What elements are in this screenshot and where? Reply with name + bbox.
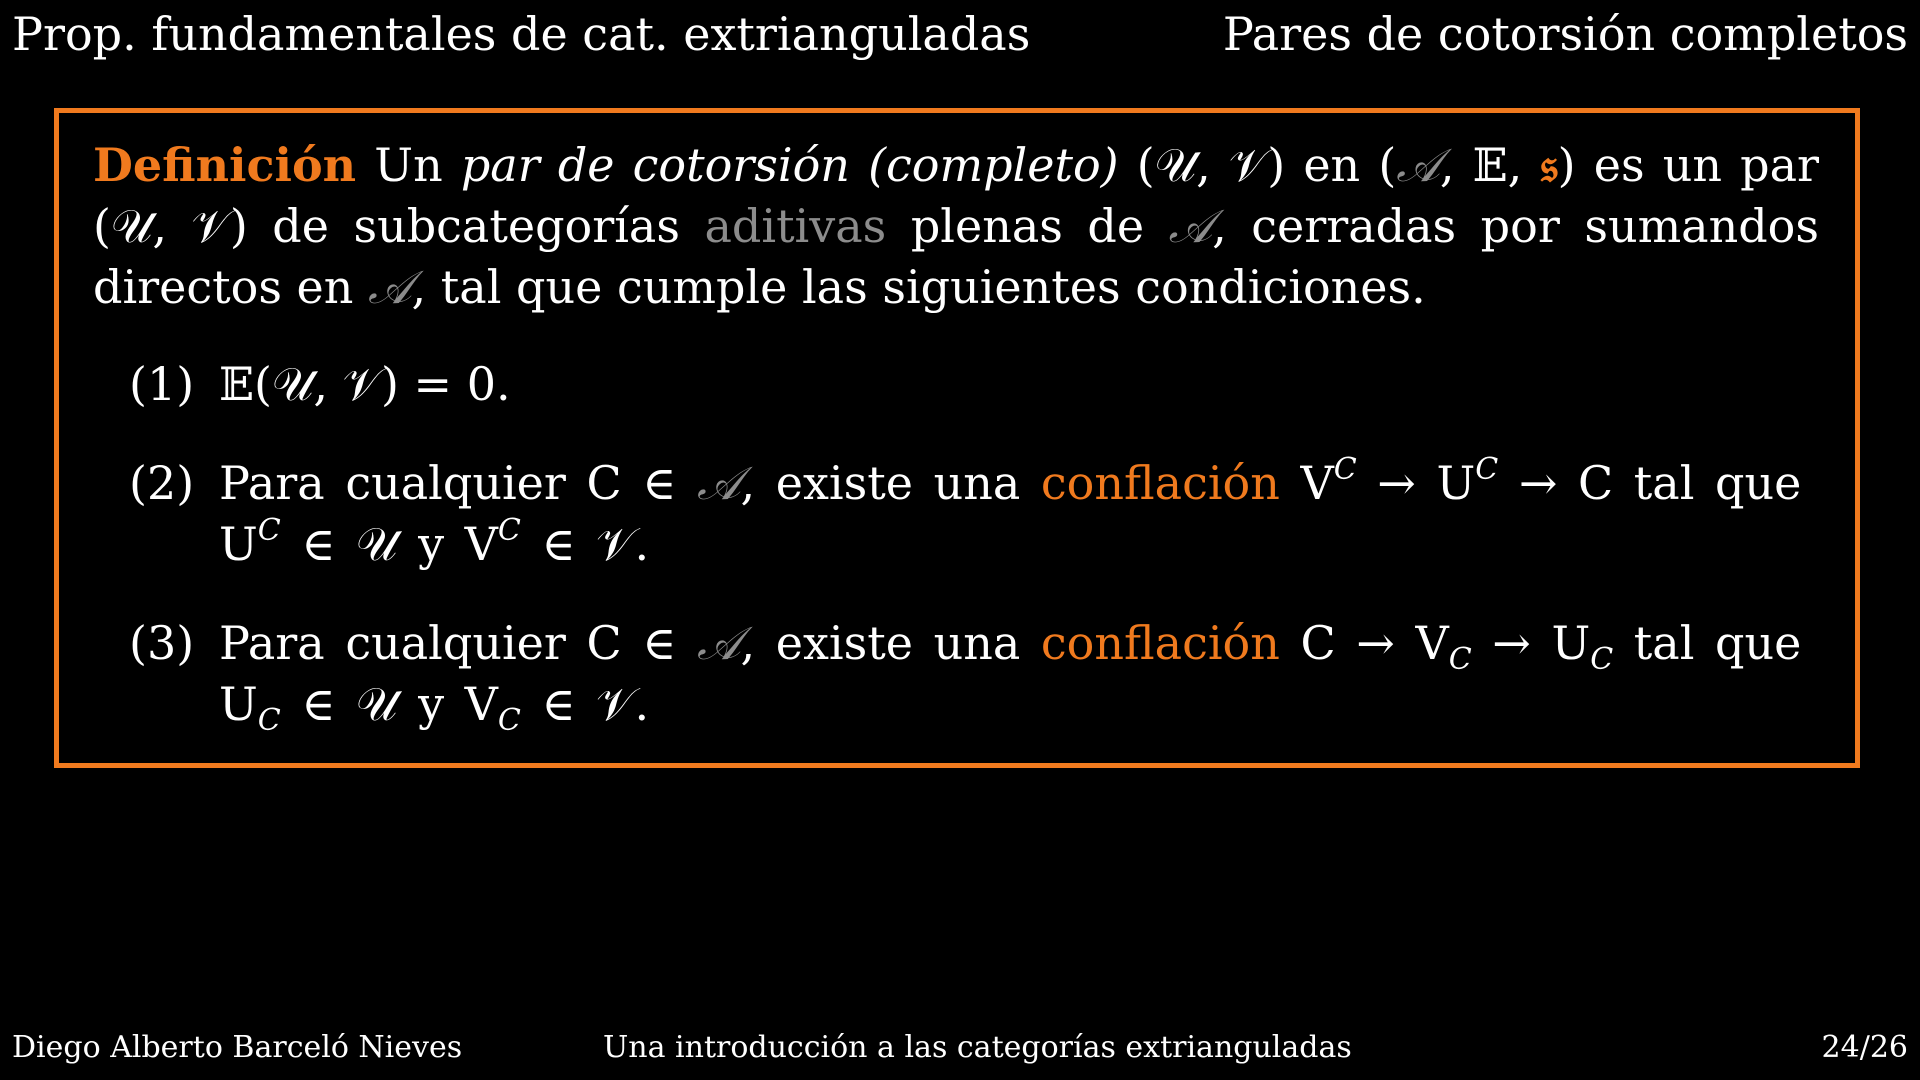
definition-line3: tal que cumple las siguientes condicione… <box>440 260 1426 314</box>
subscript: C <box>1590 642 1614 677</box>
condition-post: C → V <box>1279 616 1449 670</box>
triple-open: ( <box>1378 138 1397 192</box>
condition-mid: , existe una <box>740 456 1041 510</box>
condition-arrow-1: → U <box>1356 456 1476 510</box>
condition-number: (3) <box>129 616 195 670</box>
definition-en: en <box>1285 138 1379 192</box>
category-a-symbol: 𝒜 <box>696 456 741 510</box>
condition-line2: UC ∈ 𝒰 y VC ∈ 𝒱. <box>219 674 1819 738</box>
condition-text: Para cualquier C ∈ 𝒜, existe una conflac… <box>219 453 1819 575</box>
triple-close: ) <box>1557 138 1576 192</box>
condition-pre: Para cualquier C ∈ <box>219 456 697 510</box>
definition-line2-d: , <box>411 260 427 314</box>
condition-number: (1) <box>129 357 195 411</box>
footer-presentation-title: Una introducción a las categorías extria… <box>603 1030 1352 1065</box>
condition-arrow-2: → C tal que <box>1498 456 1802 510</box>
condition-line2-b: ∈ 𝒰 y V <box>280 517 498 571</box>
superscript: C <box>1475 452 1499 487</box>
superscript: C <box>497 513 521 548</box>
definition-intro-1: Un <box>374 138 461 192</box>
triple-mid: , 𝔼, <box>1439 138 1541 192</box>
definition-pair: (𝒰, 𝒱) <box>1136 138 1286 192</box>
definition-line2-b: plenas de <box>886 199 1169 253</box>
condition-line2-c: ∈ 𝒱. <box>520 677 650 731</box>
category-a-symbol: 𝒜 <box>368 260 412 314</box>
subscript: C <box>1448 642 1472 677</box>
aditivas-link: aditivas <box>704 199 887 253</box>
condition-line2-c: ∈ 𝒱. <box>520 517 650 571</box>
category-a-symbol: 𝒜 <box>696 616 741 670</box>
subscript: C <box>497 703 521 738</box>
definition-line2-a: de subcategorías <box>272 199 705 253</box>
definition-term: par de cotorsión (completo) <box>460 138 1119 192</box>
header-subsection-title: Pares de cotorsión completos <box>1222 7 1908 61</box>
category-a-symbol: 𝒜 <box>1396 138 1440 192</box>
condition-line2-a: U <box>219 517 258 571</box>
condition-pre: Para cualquier C ∈ <box>219 616 697 670</box>
condition-post: V <box>1279 456 1334 510</box>
footer-page-number: 24/26 <box>1821 1030 1908 1065</box>
conflacion-keyword: conflación <box>1040 616 1280 670</box>
condition-line2: UC ∈ 𝒰 y VC ∈ 𝒱. <box>219 514 1819 575</box>
condition-number: (2) <box>129 456 195 510</box>
condition-line2-a: U <box>219 677 258 731</box>
condition-line2-b: ∈ 𝒰 y V <box>280 677 498 731</box>
superscript: C <box>257 513 281 548</box>
category-a-symbol: 𝒜 <box>1168 199 1213 253</box>
condition-arrow-1: → U <box>1471 616 1591 670</box>
condition-item: (1) 𝔼(𝒰, 𝒱) = 0. <box>93 354 1819 415</box>
subscript: C <box>257 703 281 738</box>
conflacion-keyword: conflación <box>1040 456 1280 510</box>
condition-mid: , existe una <box>740 616 1041 670</box>
definition-block: Definición Un par de cotorsión (completo… <box>54 108 1860 768</box>
header-section-title: Prop. fundamentales de cat. extriangulad… <box>12 7 1031 61</box>
conditions-list: (1) 𝔼(𝒰, 𝒱) = 0. (2) Para cualquier C ∈ … <box>93 354 1819 738</box>
condition-item: (2) Para cualquier C ∈ 𝒜, existe una con… <box>93 453 1819 575</box>
superscript: C <box>1333 452 1357 487</box>
footer-author: Diego Alberto Barceló Nieves <box>12 1030 463 1065</box>
condition-text: Para cualquier C ∈ 𝒜, existe una conflac… <box>219 613 1819 738</box>
condition-text: 𝔼(𝒰, 𝒱) = 0. <box>219 357 511 411</box>
definition-title: Definición <box>93 138 357 192</box>
frak-s-symbol: 𝔰 <box>1540 138 1558 192</box>
condition-arrow-2: tal que <box>1613 616 1802 670</box>
definition-paragraph: Definición Un par de cotorsión (completo… <box>93 135 1819 318</box>
condition-item: (3) Para cualquier C ∈ 𝒜, existe una con… <box>93 613 1819 738</box>
